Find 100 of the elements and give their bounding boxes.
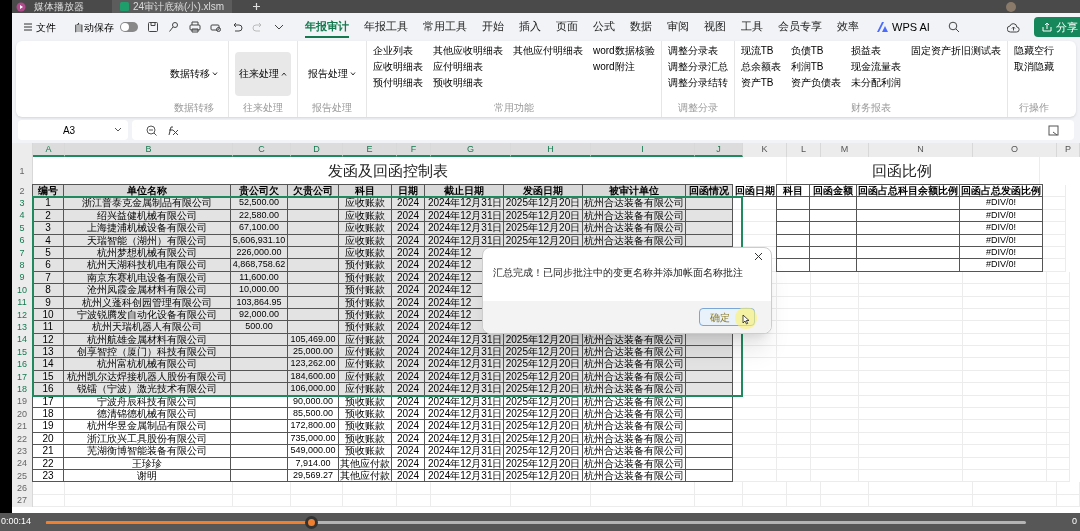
column-header[interactable]: A [33,143,65,157]
column-header[interactable]: E [343,143,397,157]
formula-field[interactable] [132,120,1074,140]
ok-button[interactable]: 确定 [699,308,755,326]
column-header[interactable]: H [511,143,591,157]
print-icon[interactable] [189,21,201,33]
print-preview-icon[interactable] [210,21,222,33]
row-header[interactable]: 10 [12,284,33,297]
row-header[interactable]: 3 [12,197,33,210]
ribbon-item[interactable]: 调整分录表 [667,45,728,57]
search-icon[interactable] [947,21,960,33]
ribbon-item[interactable]: 企业列表 [373,45,423,57]
column-header[interactable]: M [821,143,869,157]
ribbon-item[interactable]: 调整分录结转 [667,77,728,89]
close-icon[interactable] [754,252,763,261]
row-header[interactable]: 23 [12,445,33,458]
column-header[interactable]: L [787,143,821,157]
row-header[interactable]: 21 [12,420,33,433]
menu-tab[interactable]: 常用工具 [423,16,467,38]
row-header[interactable]: 13 [12,321,33,334]
column-header[interactable]: J [695,143,743,157]
name-box[interactable]: A3 [18,120,128,140]
ribbon-item[interactable]: 预收明细表 [433,77,503,89]
ribbon-item[interactable]: 负债TB [790,45,841,57]
column-header[interactable]: G [431,143,511,157]
column-header[interactable]: I [591,143,695,157]
cloud-upload-icon[interactable] [1007,21,1020,33]
menu-tab[interactable]: 会员专享 [778,16,822,38]
column-header[interactable]: F [397,143,431,157]
menu-tab[interactable]: 开始 [482,16,504,38]
column-header[interactable]: K [743,143,787,157]
wps-ai-button[interactable]: WPS AI [877,18,930,36]
menu-tab[interactable]: 页面 [556,16,578,38]
file-tab[interactable]: 24审计底稿(小).xlsm [112,0,233,13]
ribbon-item[interactable]: 资产负债表 [790,77,841,89]
menu-tab[interactable]: 插入 [519,16,541,38]
group-label: 调整分录 [677,102,718,114]
group-label: 财务报表 [850,102,891,114]
table-cell: 杭州天瑞机器人有限公司 [63,320,231,334]
dropdown-button[interactable]: 报告处理 [304,51,360,96]
group-label: 数据转移 [174,102,214,114]
file-menu[interactable]: 文件 [20,19,60,35]
menu-tab[interactable]: 效率 [837,16,859,38]
ribbon-item[interactable]: 总余额表 [740,61,781,73]
column-header[interactable]: N [869,143,973,157]
menu-tab[interactable]: 公式 [593,16,615,38]
row-header[interactable]: 2 [12,185,33,198]
playback-time: 0:00:14 [0,515,33,529]
ribbon-item[interactable]: 应付明细表 [433,61,503,73]
share-button[interactable]: 分享 [1034,17,1080,37]
ribbon-item[interactable]: 现流TB [740,45,781,57]
table-cell: 2024 [391,320,425,334]
undo-icon[interactable] [231,21,243,33]
ribbon-item[interactable]: 现金流量表 [850,61,901,73]
menu-tab[interactable]: 年报审计 [305,16,349,38]
column-header[interactable]: O [973,143,1057,157]
column-header[interactable]: C [233,143,291,157]
ribbon-item[interactable]: 未分配利润 [850,77,901,89]
column-header[interactable]: B [65,143,233,157]
dropdown-button[interactable]: 往来处理 [235,51,291,96]
table-cell: 应付账款 [338,357,392,371]
row-header[interactable]: 26 [12,482,33,495]
column-heading: 回函日期 [733,185,777,198]
ribbon-item[interactable]: 调整分录汇总 [667,61,728,73]
progress-thumb[interactable] [304,515,318,529]
ribbon-item[interactable]: 预付明细表 [373,77,423,89]
group-label: 往来处理 [243,102,283,114]
ribbon-item[interactable]: 损益表 [850,45,901,57]
ribbon-item[interactable]: 隐藏空行 [1013,45,1054,57]
add-tab-icon[interactable] [252,2,262,11]
table-cell: 2024 [391,221,425,235]
ribbon-item[interactable]: 资产TB [740,77,781,89]
ribbon-item[interactable]: 取消隐藏 [1013,61,1054,73]
row-header[interactable]: 8 [12,259,33,272]
menu-tab[interactable]: 工具 [741,16,763,38]
table-cell: 2024 [391,357,425,371]
table-cell: 2024年12月31日 [424,382,504,396]
menu-tab[interactable]: 视图 [704,16,726,38]
row-header[interactable]: 18 [12,383,33,396]
autosave-toggle[interactable] [120,22,138,32]
menu-tab[interactable]: 年报工具 [364,16,408,38]
ribbon-item[interactable]: 利润TB [790,61,841,73]
save-icon[interactable] [147,21,159,33]
menu-tab[interactable]: 数据 [630,16,652,38]
row-header[interactable]: 5 [12,222,33,235]
ribbon-item[interactable]: 应收明细表 [373,61,423,73]
dropdown-button[interactable]: 数据转移 [166,51,222,96]
row-header[interactable]: 20 [12,408,33,421]
ribbon-item[interactable]: word数据核验 [593,45,655,57]
key-icon[interactable] [168,21,180,33]
row-header[interactable]: 1 [12,157,33,185]
column-header[interactable]: P [1057,143,1080,157]
row-header[interactable]: 16 [12,358,33,371]
menu-tab[interactable]: 审阅 [667,16,689,38]
row-header[interactable]: 15 [12,346,33,359]
column-header[interactable]: D [291,143,343,157]
ribbon-item[interactable]: 固定资产折旧测试表 [910,45,1001,57]
ribbon-item[interactable]: 其他应收明细表 [433,45,503,57]
ribbon-item[interactable]: 其他应付明细表 [513,45,583,57]
ribbon-item[interactable]: word附注 [593,61,655,73]
